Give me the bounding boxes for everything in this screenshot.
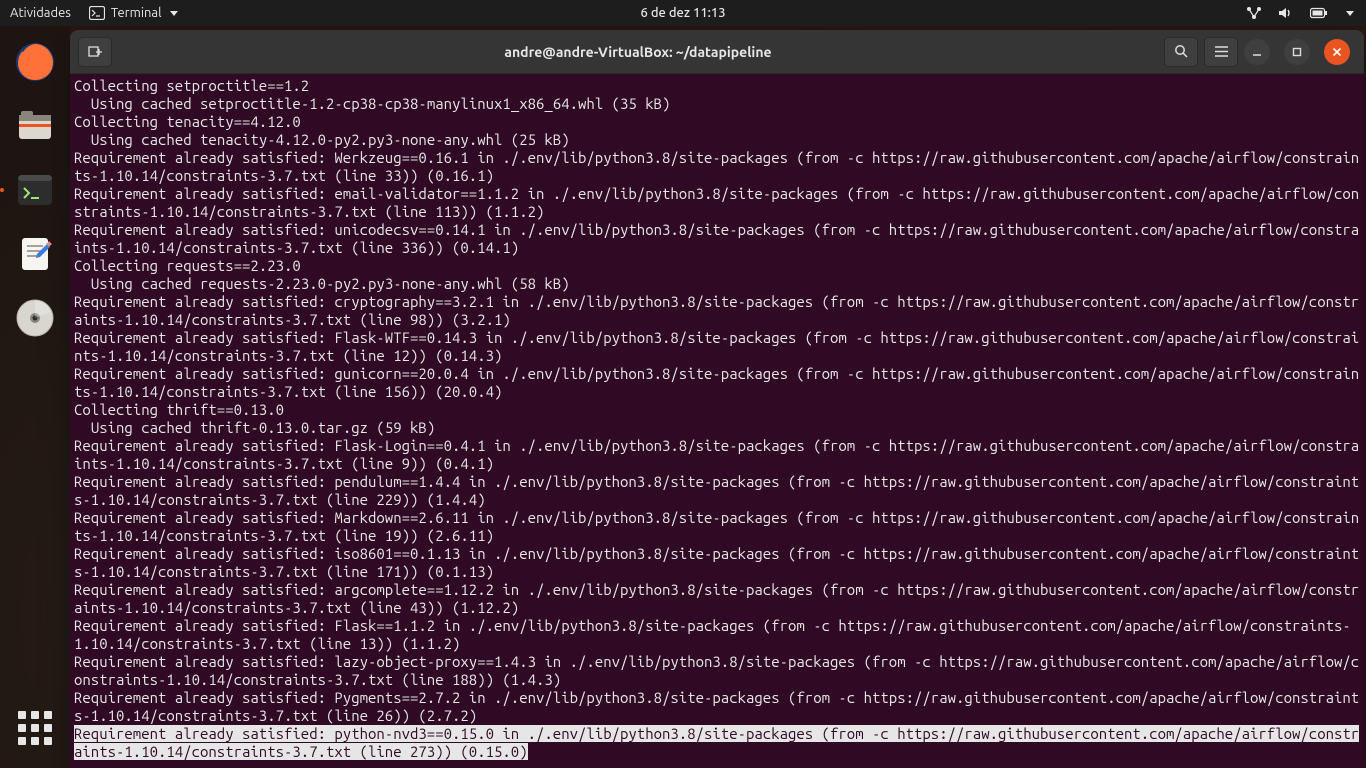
dock-terminal[interactable] bbox=[9, 164, 61, 216]
dock bbox=[0, 26, 70, 768]
new-tab-icon bbox=[87, 44, 103, 60]
window-titlebar[interactable]: andre@andre-VirtualBox: ~/datapipeline bbox=[70, 30, 1364, 74]
chevron-down-icon bbox=[170, 11, 178, 16]
network-icon[interactable] bbox=[1246, 6, 1262, 20]
firefox-icon bbox=[13, 40, 57, 84]
search-icon bbox=[1174, 44, 1189, 59]
battery-icon[interactable] bbox=[1310, 7, 1328, 19]
files-icon bbox=[13, 104, 57, 148]
clock[interactable]: 6 de dez 11:13 bbox=[640, 6, 725, 20]
volume-icon[interactable] bbox=[1278, 6, 1294, 20]
window-title: andre@andre-VirtualBox: ~/datapipeline bbox=[118, 44, 1158, 60]
close-icon bbox=[1332, 47, 1342, 57]
dock-disc[interactable] bbox=[9, 292, 61, 344]
terminal-window: andre@andre-VirtualBox: ~/datapipeline C… bbox=[70, 30, 1364, 768]
show-applications-button[interactable] bbox=[9, 702, 61, 754]
terminal-app-icon bbox=[13, 168, 57, 212]
dock-files[interactable] bbox=[9, 100, 61, 152]
maximize-icon bbox=[1292, 47, 1302, 57]
disc-icon bbox=[13, 296, 57, 340]
activities-button[interactable]: Atividades bbox=[10, 6, 71, 20]
gnome-top-bar: Atividades Terminal 6 de dez 11:13 bbox=[0, 0, 1366, 26]
app-menu-label: Terminal bbox=[111, 6, 162, 20]
minimize-button[interactable] bbox=[1244, 39, 1270, 65]
dock-text-editor[interactable] bbox=[9, 228, 61, 280]
system-menu-chevron-icon[interactable] bbox=[1346, 11, 1354, 16]
hamburger-icon bbox=[1214, 45, 1229, 58]
menu-button[interactable] bbox=[1204, 37, 1238, 67]
search-button[interactable] bbox=[1164, 37, 1198, 67]
maximize-button[interactable] bbox=[1284, 39, 1310, 65]
terminal-content[interactable]: Collecting setproctitle==1.2 Using cache… bbox=[70, 74, 1364, 768]
new-tab-button[interactable] bbox=[78, 37, 112, 67]
minimize-icon bbox=[1252, 47, 1262, 57]
terminal-icon bbox=[89, 6, 105, 20]
terminal-highlight-line: Requirement already satisfied: python-nv… bbox=[74, 725, 1359, 760]
close-button[interactable] bbox=[1324, 39, 1350, 65]
dock-firefox[interactable] bbox=[9, 36, 61, 88]
text-editor-icon bbox=[13, 232, 57, 276]
app-menu[interactable]: Terminal bbox=[89, 6, 178, 20]
